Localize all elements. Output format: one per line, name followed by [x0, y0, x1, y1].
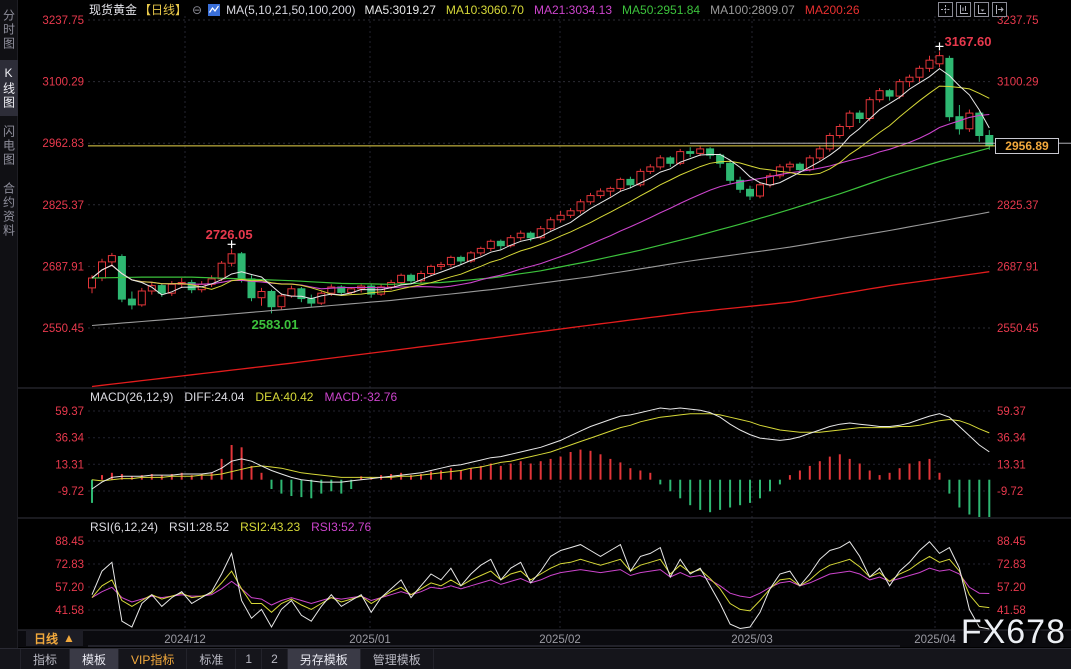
macd-name: MACD(26,12,9) [90, 390, 174, 404]
tab-standard[interactable]: 标准 [187, 649, 237, 669]
symbol-title: 现货黄金 【日线】 [89, 3, 188, 17]
trading-app: 分时图 K线图 闪电图 合约资料 3237.75 3237.75 3100.29 31… [0, 0, 1071, 669]
month-label: 2025/02 [539, 634, 581, 646]
annotation-high-2726: 2726.05 [205, 227, 253, 243]
go-to-latest-icon[interactable] [992, 2, 1007, 17]
tab-1[interactable]: 1 [236, 649, 263, 669]
rsi-name: RSI(6,12,24) [90, 520, 159, 534]
price-axis-label: 2687.91 [997, 261, 1039, 273]
macd-axis-label: 59.37 [997, 406, 1026, 418]
sidebar-item-lightning[interactable]: 闪电图 [0, 119, 18, 173]
sidebar-item-kline[interactable]: K线图 [0, 60, 18, 116]
macd-axis-label: -9.72 [997, 486, 1023, 498]
tab-2[interactable]: 2 [262, 649, 288, 669]
rsi-axis-label: 41.58 [55, 605, 84, 617]
chart-style-icon[interactable] [208, 3, 221, 16]
tab-indicators[interactable]: 指标 [20, 649, 71, 669]
macd-axis-label: -9.72 [58, 486, 84, 498]
tab-templates[interactable]: 模板 [70, 649, 120, 669]
month-label: 2025/01 [349, 634, 391, 646]
chart-canvas[interactable]: 3237.753237.753100.293100.292962.832962.… [0, 0, 1071, 669]
ma-group-label: MA(5,10,21,50,100,200) [226, 2, 356, 17]
macd-axis-label: 13.31 [997, 459, 1026, 471]
collapse-icon[interactable]: ⊖ [192, 3, 202, 17]
rsi1-value: RSI1:28.52 [169, 520, 230, 534]
tab-vip-indicators[interactable]: VIP指标 [119, 649, 188, 669]
macd-axis-label: 13.31 [55, 459, 84, 471]
rsi-axis-label: 72.83 [997, 559, 1026, 571]
month-label: 2024/12 [164, 634, 206, 646]
fx678-watermark: FX678 [960, 613, 1066, 651]
price-axis-label: 3100.29 [42, 77, 84, 89]
rsi-axis-label: 72.83 [55, 559, 84, 571]
rsi-axis-label: 88.45 [997, 536, 1026, 548]
price-axis-label: 2962.83 [42, 138, 84, 150]
crosshair-icon[interactable] [938, 2, 953, 17]
annotation-low-2583: 2583.01 [251, 317, 299, 333]
macd-dea-value: DEA:40.42 [255, 390, 314, 404]
rsi-axis-label: 57.20 [55, 582, 84, 594]
timeframe-arrow-icon: ▲ [63, 631, 75, 645]
chart-type-sidebar: 分时图 K线图 闪电图 合约资料 [0, 0, 18, 669]
sidebar-item-timeshare[interactable]: 分时图 [0, 3, 18, 57]
annotation-high-3167: 3167.60 [944, 34, 992, 50]
rsi-axis-label: 57.20 [997, 582, 1026, 594]
macd-diff-value: DIFF:24.04 [184, 390, 245, 404]
price-axis-label: 3237.75 [42, 15, 84, 27]
macd-axis-label: 36.34 [997, 433, 1026, 445]
month-label: 2025/03 [731, 634, 773, 646]
macd-panel-header: MACD(26,12,9) DIFF:24.04 DEA:40.42 MACD:… [90, 390, 397, 404]
tab-manage-templates[interactable]: 管理模板 [361, 649, 434, 669]
sidebar-item-contract-info[interactable]: 合约资料 [0, 176, 18, 244]
timeframe-label: 日线 [34, 631, 59, 646]
chart-header: 现货黄金 【日线】 ⊖ MA(5,10,21,50,100,200) MA5:30… [89, 2, 860, 18]
chart-toolbar-icons [938, 2, 1007, 17]
macd-macd-value: MACD:-32.76 [324, 390, 398, 404]
y-axis-scale-icon[interactable] [956, 2, 971, 17]
ma200-value: MA200:26 [804, 2, 860, 17]
macd-axis-label: 36.34 [55, 433, 84, 445]
price-axis-label: 3100.29 [997, 77, 1039, 89]
month-label: 2025/04 [914, 634, 956, 646]
ma21-value: MA21:3034.13 [533, 2, 613, 17]
price-axis-label: 2687.91 [42, 261, 84, 273]
rsi3-value: RSI3:52.76 [311, 520, 372, 534]
price-axis-label: 2825.37 [997, 200, 1039, 212]
bottom-toolbar: 指标 模板 VIP指标 标准 1 2 另存模板 管理模板 [0, 648, 1071, 669]
price-axis-label: 2550.45 [42, 323, 84, 335]
ma5-value: MA5:3019.27 [364, 2, 436, 17]
tab-save-template[interactable]: 另存模板 [287, 649, 361, 669]
macd-axis-label: 59.37 [55, 406, 84, 418]
price-axis-label: 2550.45 [997, 323, 1039, 335]
ma50-value: MA50:2951.84 [622, 2, 701, 17]
current-price-badge: 2956.89 [995, 137, 1059, 154]
rsi-panel-header: RSI(6,12,24) RSI1:28.52 RSI2:43.23 RSI3:… [90, 520, 371, 534]
rsi-axis-label: 88.45 [55, 536, 84, 548]
price-axis-label: 2825.37 [42, 200, 84, 212]
ma100-value: MA100:2809.07 [710, 2, 795, 17]
ma10-value: MA10:3060.70 [445, 2, 524, 17]
x-axis-scale-icon[interactable] [974, 2, 989, 17]
timeframe-button[interactable]: 日线 ▲ [26, 630, 83, 646]
rsi2-value: RSI2:43.23 [240, 520, 301, 534]
